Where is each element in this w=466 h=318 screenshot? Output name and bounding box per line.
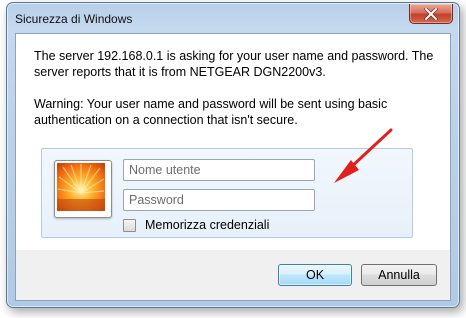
window-title: Sicurezza di Windows	[15, 12, 133, 26]
flower-user-tile-icon	[54, 160, 112, 218]
close-icon	[424, 7, 438, 20]
cancel-button[interactable]: Annulla	[361, 264, 437, 286]
dialog-body: The server 192.168.0.1 is asking for you…	[15, 33, 451, 301]
remember-credentials-checkbox[interactable]: Memorizza credenziali	[123, 217, 269, 233]
ok-button[interactable]: OK	[278, 264, 352, 286]
remember-credentials-label: Memorizza credenziali	[145, 218, 270, 232]
username-input[interactable]	[123, 159, 315, 181]
checkbox-box[interactable]	[123, 218, 136, 232]
server-message: The server 192.168.0.1 is asking for you…	[34, 49, 434, 79]
credential-tile: Memorizza credenziali	[41, 148, 413, 238]
warning-message: Warning: Your user name and password wil…	[34, 97, 388, 127]
close-button[interactable]	[409, 4, 453, 24]
dialog-window: Sicurezza di Windows The server 192.168.…	[6, 2, 460, 308]
content-panel: The server 192.168.0.1 is asking for you…	[16, 34, 450, 250]
password-input[interactable]	[123, 189, 315, 211]
